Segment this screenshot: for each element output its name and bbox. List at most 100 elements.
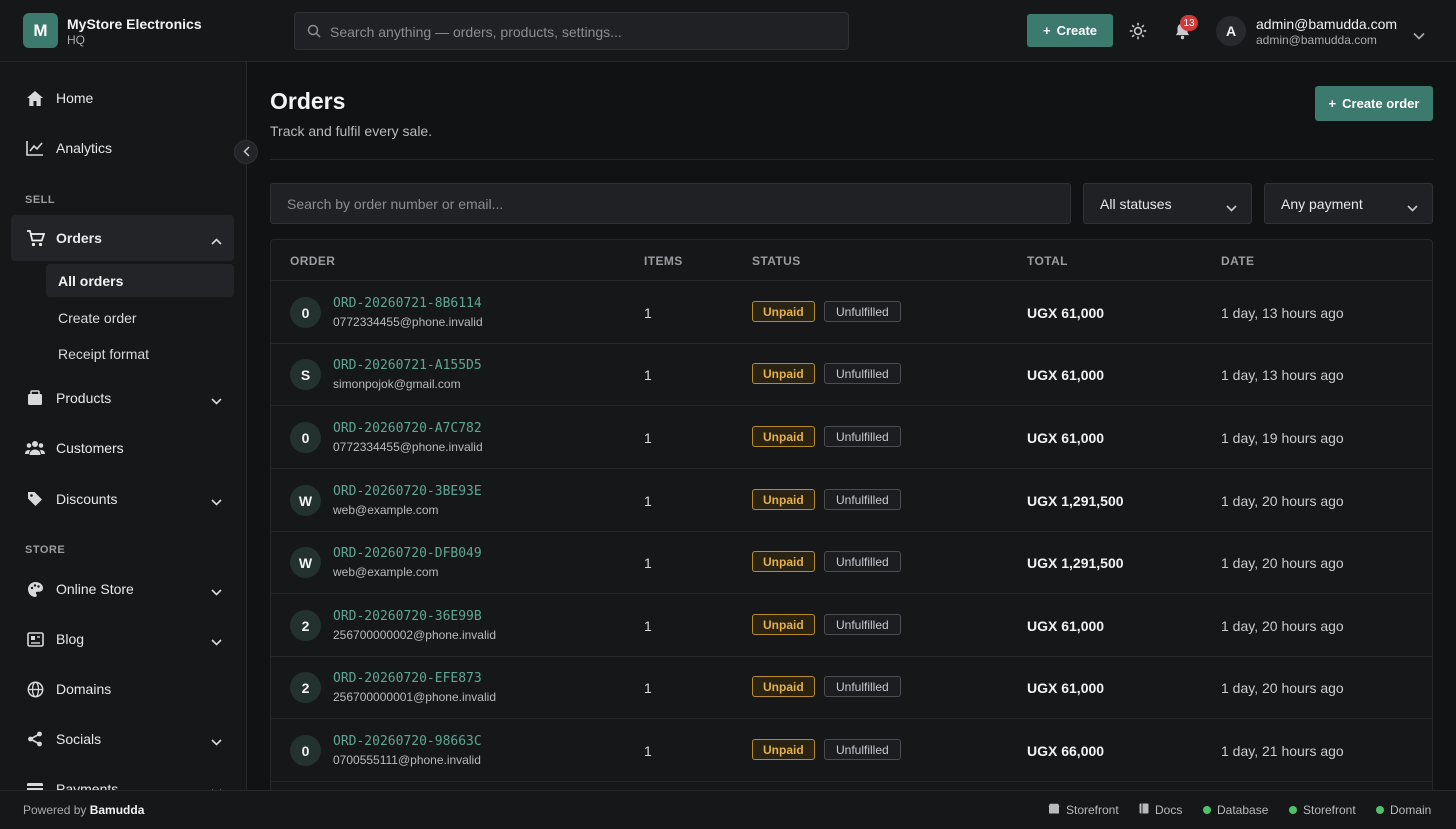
sidebar-item-payments[interactable]: Payments: [11, 766, 234, 790]
sidebar-item-online-store[interactable]: Online Store: [11, 566, 234, 612]
status-storefront: Storefront: [1289, 803, 1356, 817]
global-search-input[interactable]: Search anything — orders, products, sett…: [294, 12, 849, 50]
order-items: 1: [644, 618, 652, 634]
order-total: UGX 1,291,500: [1027, 493, 1124, 509]
fulfillment-status-badge: Unfulfilled: [824, 551, 901, 572]
order-number-link[interactable]: ORD-20260720-98663C: [333, 734, 482, 749]
order-search-input[interactable]: Search by order number or email...: [270, 183, 1071, 224]
order-total: UGX 61,000: [1027, 618, 1105, 634]
sidebar-item-label: Domains: [56, 681, 112, 697]
status-filter-select[interactable]: All statuses: [1083, 183, 1252, 224]
column-header-items[interactable]: ITEMS: [644, 254, 683, 268]
order-number-link[interactable]: ORD-20260720-DFB049: [333, 546, 482, 561]
table-row[interactable]: 2 ORD-20260720-EFE873 256700000001@phone…: [271, 656, 1432, 719]
sidebar-item-label: Discounts: [56, 491, 118, 507]
brand-logo[interactable]: M: [23, 13, 58, 48]
section-label-store: STORE: [25, 544, 66, 556]
sidebar-item-label: Customers: [56, 440, 124, 456]
powered-by-brand[interactable]: Bamudda: [90, 803, 145, 817]
footer-link-label: Storefront: [1066, 803, 1119, 817]
sidebar-item-blog[interactable]: Blog: [11, 616, 234, 662]
status-database: Database: [1203, 803, 1268, 817]
customer-avatar: 2: [290, 610, 321, 641]
newspaper-icon: [25, 629, 45, 649]
payment-filter-value: Any payment: [1281, 196, 1363, 212]
palette-icon: [25, 579, 45, 599]
customer-email: 256700000001@phone.invalid: [333, 690, 496, 704]
order-number-link[interactable]: ORD-20260720-EFE873: [333, 671, 482, 686]
order-total: UGX 61,000: [1027, 367, 1105, 383]
plus-icon: +: [1042, 23, 1051, 38]
sidebar-item-label: Products: [56, 390, 112, 406]
order-total: UGX 61,000: [1027, 680, 1105, 696]
table-row[interactable]: 2 ORD-20260720-36E99B 256700000002@phone…: [271, 594, 1432, 657]
brand-sub: HQ: [67, 33, 85, 47]
order-total: UGX 61,000: [1027, 430, 1105, 446]
status-label: Database: [1217, 803, 1269, 817]
chevron-down-icon[interactable]: [1413, 27, 1425, 43]
chevron-down-icon: [211, 633, 222, 649]
footer-link-docs[interactable]: Docs: [1139, 803, 1182, 817]
sidebar-item-customers[interactable]: Customers: [11, 425, 234, 471]
tag-icon: [25, 489, 45, 509]
order-date: 1 day, 13 hours ago: [1221, 305, 1344, 321]
order-number-link[interactable]: ORD-20260721-A155D5: [333, 358, 482, 373]
sidebar-subitem-receipt-format[interactable]: Receipt format: [46, 337, 234, 370]
sidebar-item-socials[interactable]: Socials: [11, 716, 234, 762]
customer-email: simonpojok@gmail.com: [333, 377, 461, 391]
sidebar-item-label: Home: [56, 90, 94, 106]
payment-status-badge: Unpaid: [752, 489, 815, 510]
payment-status-badge: Unpaid: [752, 551, 815, 572]
user-name[interactable]: admin@bamudda.com: [1256, 16, 1397, 32]
create-order-button[interactable]: + Create order: [1315, 86, 1433, 121]
powered-by: Powered by Bamudda: [23, 803, 144, 817]
payment-status-badge: Unpaid: [752, 739, 815, 760]
order-total: UGX 66,000: [1027, 743, 1105, 759]
column-header-status[interactable]: STATUS: [752, 254, 801, 268]
sidebar-item-analytics[interactable]: Analytics: [11, 125, 234, 171]
store-icon: [1048, 803, 1060, 817]
sidebar-item-products[interactable]: Products: [11, 375, 234, 421]
payment-status-badge: Unpaid: [752, 614, 815, 635]
table-row[interactable]: W ORD-20260720-3BE93E web@example.com 1 …: [271, 469, 1432, 532]
theme-toggle-icon[interactable]: [1129, 22, 1147, 43]
table-row[interactable]: 0 ORD-20260720-A7C782 0772334455@phone.i…: [271, 406, 1432, 469]
sidebar-subitem-create-order[interactable]: Create order: [46, 301, 234, 334]
user-avatar[interactable]: A: [1216, 16, 1246, 46]
customer-email: 0700555111@phone.invalid: [333, 753, 481, 767]
order-number-link[interactable]: ORD-20260721-8B6114: [333, 296, 482, 311]
order-number-link[interactable]: ORD-20260720-A7C782: [333, 421, 482, 436]
table-row[interactable]: S ORD-20260721-A155D5 simonpojok@gmail.c…: [271, 343, 1432, 406]
status-ok-dot: [1376, 806, 1384, 814]
table-row[interactable]: W ORD-20260720-DFB049 web@example.com 1 …: [271, 531, 1432, 594]
create-button[interactable]: + Create: [1027, 14, 1113, 47]
page-subtitle: Track and fulfil every sale.: [270, 123, 433, 139]
order-items: 1: [644, 305, 652, 321]
footer-link-storefront[interactable]: Storefront: [1048, 803, 1119, 817]
create-button-label: Create: [1056, 23, 1098, 38]
sidebar-collapse-button[interactable]: [234, 140, 258, 164]
order-items: 1: [644, 555, 652, 571]
sidebar-item-domains[interactable]: Domains: [11, 666, 234, 712]
table-row[interactable]: 0 ORD-20260720-98663C 0700555111@phone.i…: [271, 719, 1432, 782]
chevron-down-icon: [211, 392, 222, 408]
status-ok-dot: [1203, 806, 1211, 814]
column-header-total[interactable]: TOTAL: [1027, 254, 1068, 268]
customer-avatar: S: [290, 359, 321, 390]
order-items: 1: [644, 680, 652, 696]
sidebar-item-orders[interactable]: Orders: [11, 215, 234, 261]
order-number-link[interactable]: ORD-20260720-3BE93E: [333, 484, 482, 499]
column-header-order[interactable]: ORDER: [290, 254, 335, 268]
order-items: 1: [644, 493, 652, 509]
sidebar-item-discounts[interactable]: Discounts: [11, 476, 234, 522]
sidebar-item-home[interactable]: Home: [11, 75, 234, 121]
order-number-link[interactable]: ORD-20260720-36E99B: [333, 609, 482, 624]
table-row[interactable]: 0 ORD-20260721-8B6114 0772334455@phone.i…: [271, 281, 1432, 344]
order-date: 1 day, 13 hours ago: [1221, 367, 1344, 383]
status-ok-dot: [1289, 806, 1297, 814]
payment-filter-select[interactable]: Any payment: [1264, 183, 1433, 224]
brand-name: MyStore Electronics: [67, 16, 202, 32]
order-date: 1 day, 20 hours ago: [1221, 493, 1344, 509]
column-header-date[interactable]: DATE: [1221, 254, 1254, 268]
sidebar-subitem-all-orders[interactable]: All orders: [46, 264, 234, 297]
